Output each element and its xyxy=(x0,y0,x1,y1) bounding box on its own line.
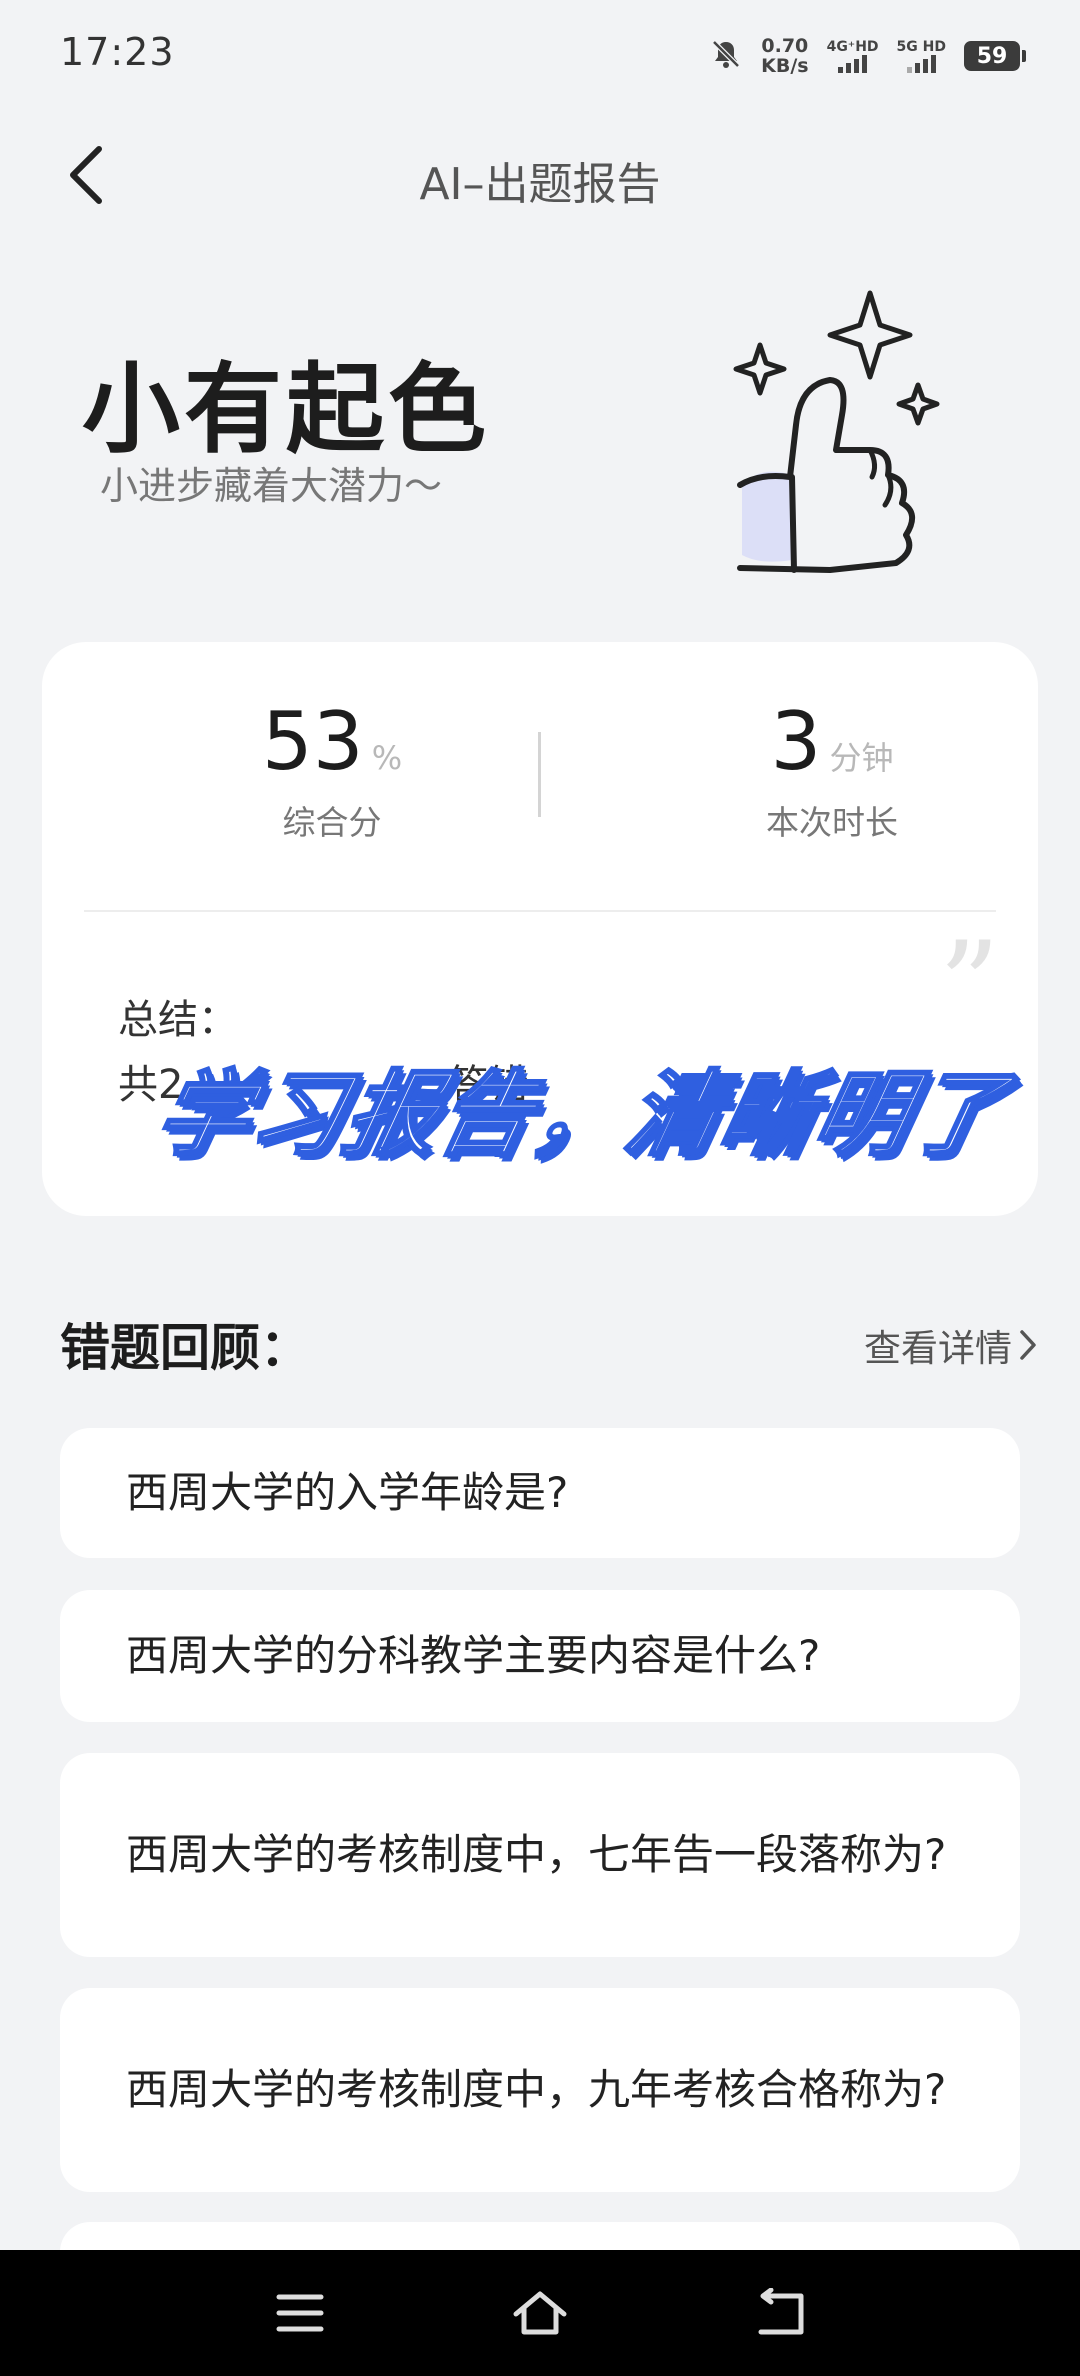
score-value: 53 xyxy=(261,695,364,788)
sim2-label: 5G HD xyxy=(896,39,946,55)
home-icon xyxy=(513,2291,567,2335)
overlay-caption: 学习报告，清晰明了 xyxy=(145,1060,1017,1170)
signal-bars-icon xyxy=(838,55,868,73)
quote-mark-icon: ” xyxy=(938,917,1000,1056)
result-subtitle: 小进步藏着大潜力～ xyxy=(100,464,443,508)
wrong-question-item[interactable]: 西周大学的入学年龄是? xyxy=(60,1428,1020,1558)
status-icons: 0.70 KB/s 4G⁺HD 5G HD 59 xyxy=(709,34,1026,78)
score-stat: 53 % 综合分 xyxy=(182,702,482,844)
wrong-question-item[interactable]: 西周大学的分科教学主要内容是什么? xyxy=(60,1590,1020,1722)
question-text: 西周大学的考核制度中，九年考核合格称为? xyxy=(126,2065,947,2114)
network-speed-unit: KB/s xyxy=(761,55,809,77)
view-details-label: 查看详情 xyxy=(864,1327,1012,1370)
menu-icon xyxy=(276,2294,324,2332)
battery-level: 59 xyxy=(976,43,1008,69)
network-speed-value: 0.70 xyxy=(761,35,809,57)
duration-stat: 3 分钟 本次时长 xyxy=(682,702,982,844)
thumbs-up-icon xyxy=(720,285,950,575)
menu-button[interactable] xyxy=(260,2280,340,2346)
result-title: 小有起色 xyxy=(82,353,491,467)
sim1-signal: 4G⁺HD xyxy=(827,39,879,73)
duration-unit: 分钟 xyxy=(829,739,894,777)
sim1-label: 4G⁺HD xyxy=(826,39,879,55)
summary-label: 总结： xyxy=(118,997,238,1043)
signal-bars-icon xyxy=(906,55,936,73)
duration-label: 本次时长 xyxy=(766,803,898,842)
card-divider xyxy=(84,910,996,912)
review-title: 错题回顾： xyxy=(60,1319,310,1377)
back-icon xyxy=(758,2288,804,2335)
page-title: AI–出题报告 xyxy=(419,159,661,210)
status-bar: 17:23 0.70 KB/s 4G⁺HD 5G HD 59 xyxy=(0,0,1080,110)
chevron-right-icon xyxy=(1020,1330,1036,1360)
score-unit: % xyxy=(371,739,403,777)
question-text: 西周大学的考核制度中，七年告一段落称为? xyxy=(126,1830,947,1879)
view-details-link[interactable]: 查看详情 xyxy=(864,1318,1038,1372)
duration-value: 3 xyxy=(770,695,822,788)
score-label: 综合分 xyxy=(282,803,382,842)
stat-divider xyxy=(538,732,541,817)
sim2-signal: 5G HD xyxy=(897,39,946,73)
battery-icon: 59 xyxy=(964,41,1026,71)
question-text: 西周大学的分科教学主要内容是什么? xyxy=(126,1631,821,1680)
home-button[interactable] xyxy=(500,2280,580,2346)
wrong-question-item[interactable]: 西周大学的考核制度中，七年告一段落称为? xyxy=(60,1753,1020,1957)
wrong-question-item[interactable]: 西周大学的考核制度中，九年考核合格称为? xyxy=(60,1988,1020,2192)
back-nav-button[interactable] xyxy=(740,2280,820,2346)
mute-bell-icon xyxy=(709,37,743,75)
status-time: 17:23 xyxy=(60,30,175,74)
network-speed: 0.70 KB/s xyxy=(761,36,808,76)
system-nav-bar xyxy=(0,2250,1080,2376)
question-text: 西周大学的入学年龄是? xyxy=(126,1468,569,1517)
